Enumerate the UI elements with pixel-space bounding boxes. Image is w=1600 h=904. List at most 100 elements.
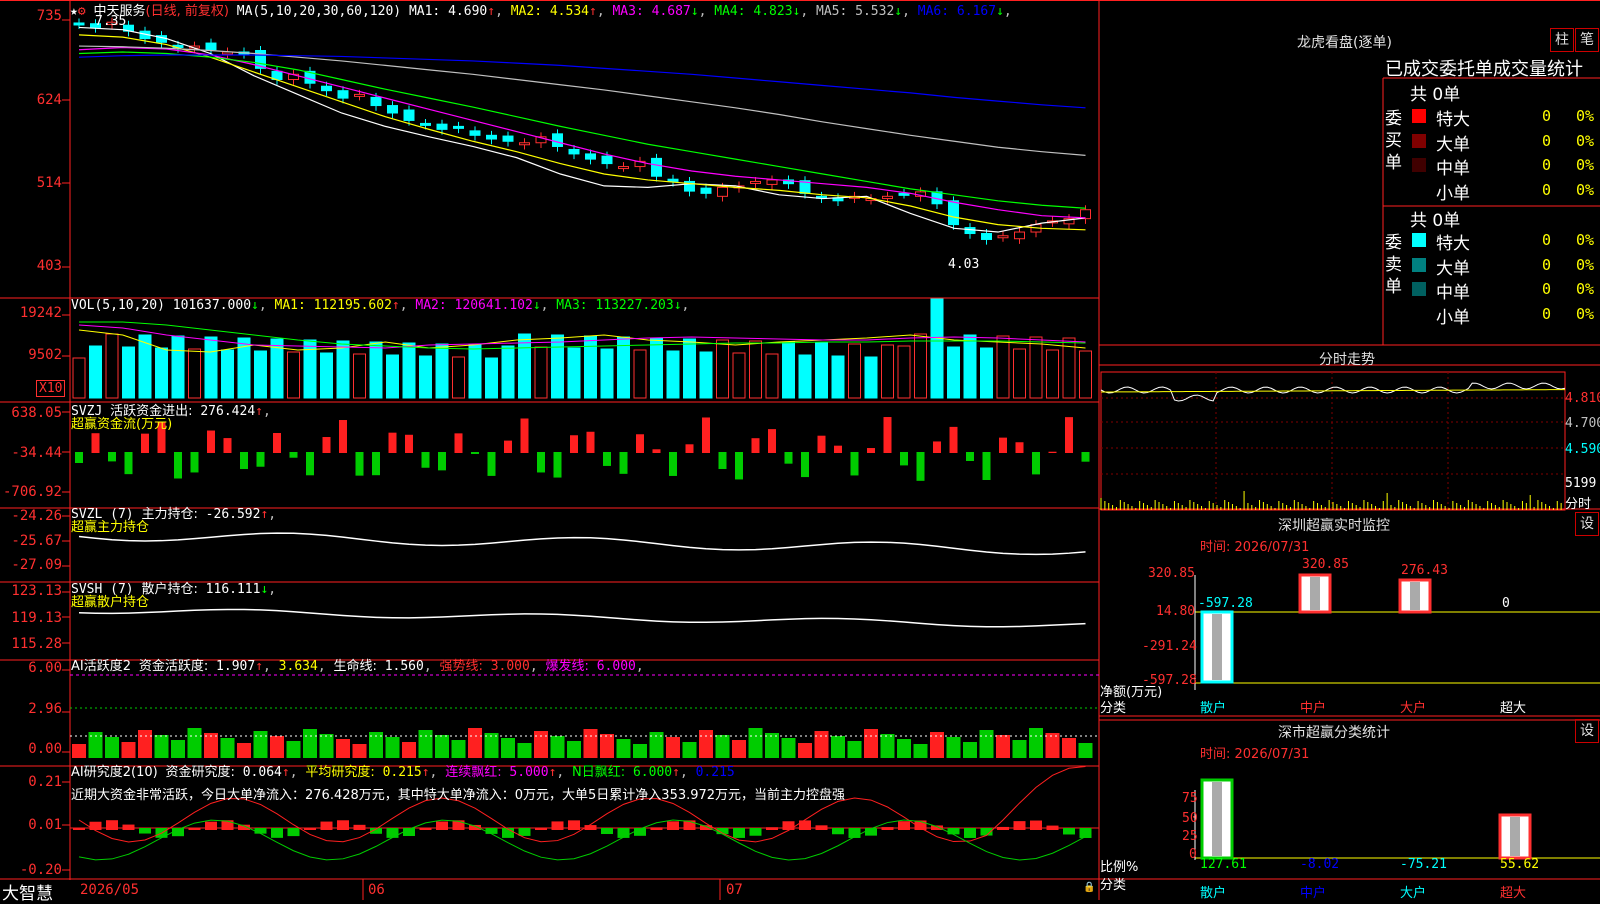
svzj-bar [867, 448, 875, 453]
svzj-bar [240, 452, 248, 470]
active-bar [831, 736, 845, 758]
candle-body [766, 179, 778, 185]
ma-item-ma1: MA1: 4.690 [408, 4, 488, 19]
ai-active-axis-1: 6.00 [28, 660, 62, 676]
ma-arrow: ↓ [792, 4, 801, 19]
active-bar [765, 733, 779, 758]
tab-bar-view[interactable]: 柱 [1550, 28, 1574, 52]
sz-monitor-val-1: -597.28 [1198, 596, 1253, 611]
active-bar [1062, 738, 1076, 758]
active-bar [352, 744, 367, 758]
svzj-axis-2: -34.44 [11, 445, 62, 461]
life-label: 生命线: [333, 659, 377, 674]
volume-panel-header: VOL(5,10,20) 101637.000↓, MA1: 112195.60… [71, 298, 690, 313]
svzj-bar [586, 431, 595, 453]
volume-bar [188, 348, 201, 399]
sz-class-val-3: -75.21 [1400, 857, 1447, 872]
svzj-bar [91, 433, 100, 453]
svzj-bar [768, 429, 776, 453]
favorite-star-icon[interactable]: ★ [70, 4, 78, 19]
volume-bar [864, 356, 878, 399]
ma-item-ma1: MA1: 112195.602 [274, 298, 392, 313]
svzj-bar [669, 452, 677, 476]
svzj-bar [966, 452, 974, 461]
active-bar [418, 730, 433, 758]
svzj-bar [289, 452, 298, 458]
color-swatch [1412, 233, 1426, 247]
active-bar [319, 734, 334, 758]
brand-logo: 大智慧 [2, 884, 53, 904]
sz-class-time: 时间: 2026/07/31 [1200, 747, 1310, 762]
sz-class-settings-button[interactable]: 设 [1575, 719, 1599, 743]
burst-label: 爆发线: [545, 659, 589, 674]
research-bar [73, 828, 85, 830]
active-bar [600, 734, 614, 758]
nred-label: N日飘红: [572, 765, 626, 780]
volume-arrow: ↓ [251, 298, 259, 313]
research-bar [766, 827, 778, 830]
row-label: 中单 [1436, 283, 1470, 303]
volume-bar [683, 338, 696, 399]
svzl-axis-2: -25.67 [11, 533, 62, 549]
research-bar [1063, 828, 1075, 835]
svzl-arrow: ↑ [260, 507, 269, 522]
svzj-bar [1065, 417, 1073, 453]
svzj-bar [372, 452, 380, 476]
row-qty: 0 [1542, 180, 1552, 199]
sz-class-title: 深市超赢分类统计 [1278, 725, 1390, 741]
ma-label: MA(5,10,20,30,60,120) [236, 4, 402, 19]
volume-bar [1013, 348, 1026, 399]
settings-icon[interactable]: ⚙ [78, 4, 86, 19]
active-bar [1029, 728, 1043, 758]
svzj-arrow: ↑ [255, 404, 263, 419]
active-bar [1012, 740, 1027, 758]
sz-monitor-time: 时间: 2026/07/31 [1200, 540, 1310, 555]
candle-body [717, 186, 728, 197]
active-bar [715, 735, 730, 758]
date-label-2: 06 [368, 882, 385, 898]
active-bar [105, 737, 119, 758]
active-bar [336, 739, 350, 758]
svzj-bar [570, 435, 578, 453]
research-bar [551, 821, 564, 830]
ai-active-arrow: ↑ [255, 659, 264, 674]
candle-body [750, 180, 761, 184]
lock-icon[interactable]: 🔒 [1083, 882, 1095, 893]
sz-monitor-settings-button[interactable]: 设 [1575, 512, 1599, 536]
row-qty: 0 [1542, 107, 1552, 125]
active-bar [220, 738, 235, 758]
candle-body [486, 134, 497, 140]
research-bar [881, 827, 894, 830]
color-swatch [1412, 158, 1426, 172]
svzj-bar [817, 435, 826, 453]
research-bar [865, 828, 877, 836]
candle-body [403, 109, 415, 121]
candle-body [502, 135, 514, 142]
volume-bar [633, 349, 647, 399]
active-bar [154, 735, 169, 758]
tab-tick-view[interactable]: 笔 [1575, 28, 1599, 52]
color-swatch [1412, 257, 1426, 272]
price-axis-4: 403 [36, 258, 62, 274]
sz-monitor-bar-shade [1410, 582, 1420, 610]
research-bar [287, 828, 300, 837]
active-bar [880, 734, 895, 758]
avg-value: 0.215 [382, 765, 422, 780]
color-swatch [1412, 133, 1426, 148]
candle-body [354, 93, 365, 97]
volume-bar [353, 353, 366, 399]
row-qty: 0 [1542, 255, 1552, 274]
volume-bar [254, 350, 267, 399]
volume-bar [369, 341, 383, 399]
active-bar [946, 737, 961, 758]
ma-arrow: ↑ [589, 4, 597, 19]
research-bar [601, 828, 613, 835]
row-qty: 0 [1542, 131, 1552, 150]
sz-monitor-axis-1: 320.85 [1148, 566, 1195, 581]
svsh-arrow: ↓ [260, 582, 269, 597]
row-pct: 0% [1576, 156, 1595, 174]
row-pct: 0% [1576, 255, 1595, 274]
row-label: 大单 [1436, 258, 1470, 279]
candle-body [205, 42, 217, 51]
research-bar [304, 827, 316, 830]
